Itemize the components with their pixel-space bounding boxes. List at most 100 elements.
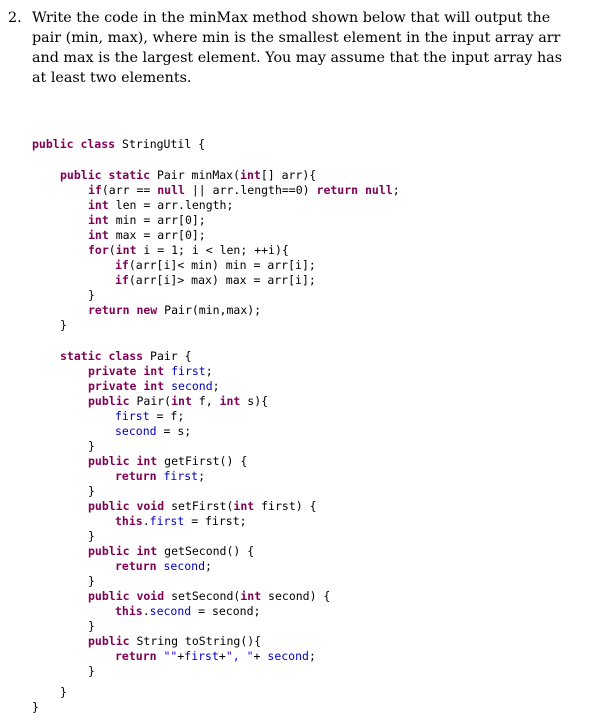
question: 2. Write the code in the minMax method s… — [8, 8, 578, 88]
code-token: public void — [88, 589, 165, 603]
code-line: static class Pair { — [60, 349, 192, 364]
code-token: Pair(min,max); — [157, 303, 262, 317]
code-line: if(arr[i]> max) max = arr[i]; — [115, 273, 316, 288]
code-token: int — [115, 243, 137, 257]
code-line: } — [32, 700, 39, 715]
code-line: return second; — [115, 559, 212, 574]
code-token: Pair { — [143, 349, 192, 363]
code-token: (arr[i]> max) max = arr[i]; — [128, 273, 316, 287]
code-token: ; — [198, 469, 206, 483]
code-line: public class StringUtil { — [32, 137, 205, 152]
code-line: for(int i = 1; i < len; ++i){ — [88, 243, 289, 258]
code-token: ; — [212, 379, 220, 393]
code-token: setSecond( — [164, 589, 241, 603]
code-token: + — [218, 649, 226, 663]
code-line: if(arr[i]< min) min = arr[i]; — [115, 258, 316, 273]
code-token: setFirst( — [164, 499, 234, 513]
code-line: public static Pair minMax(int[] arr){ — [60, 168, 316, 183]
code-token: int — [88, 213, 109, 227]
code-token: = f; — [149, 409, 185, 423]
code-token: } — [32, 700, 39, 714]
code-token: return — [115, 469, 157, 483]
code-token: int — [219, 394, 241, 408]
code-token: len = arr.length; — [108, 198, 234, 212]
code-token: s){ — [240, 394, 269, 408]
code-token: ; — [205, 559, 212, 573]
code-token: } — [88, 439, 95, 453]
code-token: public static — [60, 168, 151, 182]
code-token: public int — [88, 544, 158, 558]
code-token: public — [88, 634, 130, 648]
question-text: Write the code in the minMax method show… — [32, 10, 563, 86]
code-token: this — [115, 604, 143, 618]
code-token: } — [88, 484, 95, 498]
code-token: ; — [392, 183, 400, 197]
code-token: return new — [88, 303, 158, 317]
question-number: 2. — [8, 10, 22, 26]
code-token: private int — [88, 364, 165, 378]
code-line: public void setFirst(int first) { — [88, 499, 317, 514]
code-token: if — [88, 183, 102, 197]
code-token: first — [115, 409, 150, 423]
code-line: } — [60, 318, 67, 333]
code-line: } — [88, 664, 95, 679]
code-token: second — [115, 424, 157, 438]
code-line: } — [88, 484, 95, 499]
code-token: second — [171, 379, 213, 393]
code-token: public void — [88, 499, 165, 513]
code-token: min = arr[0]; — [108, 213, 206, 227]
code-token: second — [163, 559, 206, 573]
code-token: int — [240, 168, 261, 182]
code-line: return first; — [115, 469, 205, 484]
code-line: int min = arr[0]; — [88, 213, 206, 228]
code-token: "" — [163, 649, 178, 663]
code-token: private int — [88, 379, 165, 393]
code-line: return ""+first+", "+ second; — [115, 649, 316, 664]
code-line: public void setSecond(int second) { — [88, 589, 330, 604]
code-token: int — [233, 499, 255, 513]
code-token: . — [142, 604, 150, 618]
code-line: this.second = second; — [115, 604, 260, 619]
code-token: second — [267, 649, 309, 663]
code-token: return — [115, 559, 157, 573]
code-token: public — [88, 394, 130, 408]
code-token: int — [88, 198, 109, 212]
code-token: f, — [191, 394, 220, 408]
code-token: String toString(){ — [129, 634, 262, 648]
code-token: ", " — [225, 649, 254, 663]
code-token: (arr[i]< min) min = arr[i]; — [128, 258, 316, 272]
code-token: ( — [108, 243, 116, 257]
code-token: first — [171, 364, 206, 378]
code-token: i = 1; i < len; ++i){ — [136, 243, 289, 257]
code-token: int — [240, 589, 262, 603]
code-line: public int getSecond() { — [88, 544, 254, 559]
code-line: second = s; — [115, 424, 191, 439]
code-line: } — [88, 529, 95, 544]
code-token: = first; — [184, 514, 247, 528]
code-token: Pair minMax( — [150, 168, 241, 182]
code-token: public int — [88, 454, 158, 468]
code-token: = second; — [191, 604, 261, 618]
code-token: int — [171, 394, 192, 408]
code-token: return — [115, 649, 157, 663]
code-line: private int second; — [88, 379, 220, 394]
code-token: return null — [316, 183, 393, 197]
code-token: Pair( — [129, 394, 172, 408]
code-line: } — [88, 288, 95, 303]
code-line: return new Pair(min,max); — [88, 303, 261, 318]
code-token: ; — [308, 649, 316, 663]
code-token: getFirst() { — [157, 454, 248, 468]
code-token: } — [88, 574, 95, 588]
code-line: } — [88, 439, 95, 454]
code-line: int max = arr[0]; — [88, 228, 206, 243]
code-line: private int first; — [88, 364, 213, 379]
code-line: public Pair(int f, int s){ — [88, 394, 268, 409]
code-token: getSecond() { — [157, 544, 255, 558]
code-token: } — [88, 664, 95, 678]
code-token: if — [115, 258, 129, 272]
code-token: null — [157, 183, 185, 197]
code-token: first — [149, 514, 185, 528]
code-token: first) { — [254, 499, 317, 513]
code-token: max = arr[0]; — [108, 228, 206, 242]
code-token: (arr == — [101, 183, 158, 197]
